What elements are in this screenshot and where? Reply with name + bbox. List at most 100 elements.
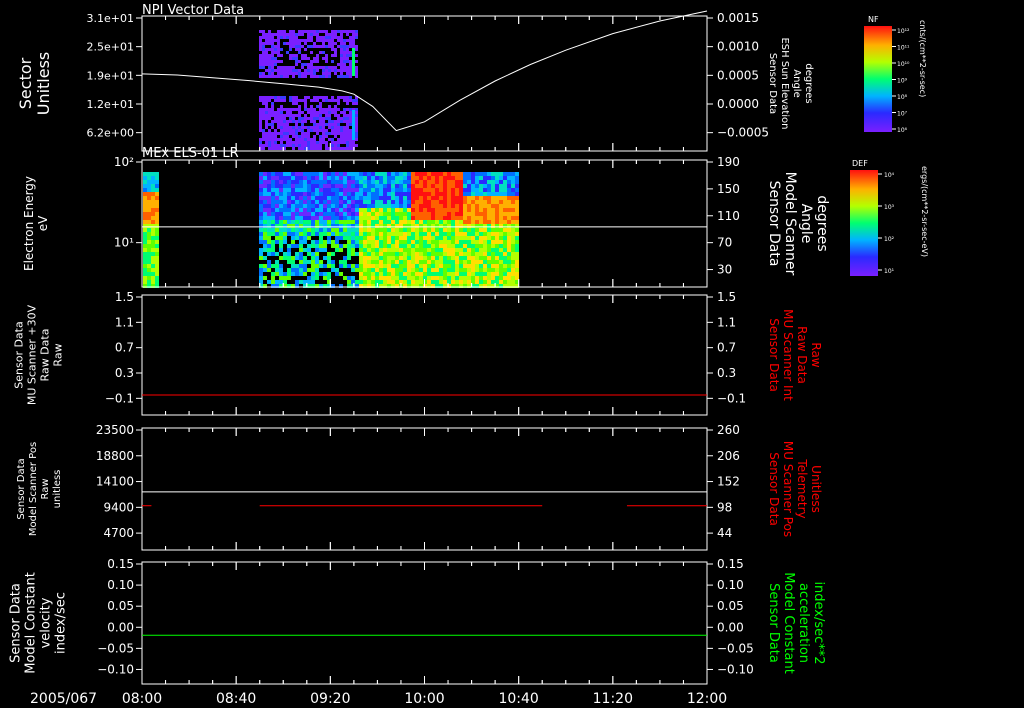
spectrogram-cell <box>459 248 463 252</box>
spectrogram-cell <box>363 228 367 232</box>
spectrogram-cell <box>511 256 515 260</box>
spectrogram-cell <box>463 200 467 204</box>
spectrogram-cell <box>343 129 346 132</box>
spectrogram-cell <box>423 172 427 176</box>
spectrogram-cell <box>435 252 439 256</box>
spectrogram-cell <box>274 36 277 39</box>
spectrogram-cell <box>459 172 463 176</box>
spectrogram-cell <box>283 196 287 200</box>
spectrogram-cell <box>346 33 349 36</box>
tick-label: 190 <box>717 155 740 169</box>
spectrogram-cell <box>283 57 286 60</box>
spectrogram-cell <box>447 188 451 192</box>
spectrogram-cell <box>147 264 151 268</box>
spectrogram-cell <box>295 256 299 260</box>
axis-label-line: Raw Data <box>39 329 52 382</box>
spectrogram-cell <box>268 129 271 132</box>
spectrogram-cell <box>267 212 271 216</box>
spectrogram-cell <box>259 216 263 220</box>
spectrogram-cell <box>143 252 147 256</box>
spectrogram-cell <box>395 240 399 244</box>
spectrogram-cell <box>346 66 349 69</box>
spectrogram-cell <box>435 216 439 220</box>
spectrogram-cell <box>328 30 331 33</box>
spectrogram-cell <box>310 102 313 105</box>
spectrogram-cell <box>371 276 375 280</box>
spectrogram-cell <box>479 252 483 256</box>
spectrogram-cell <box>349 120 352 123</box>
spectrogram-cell <box>316 105 319 108</box>
spectrogram-cell <box>419 232 423 236</box>
spectrogram-cell <box>143 216 147 220</box>
spectrogram-cell <box>499 172 503 176</box>
spectrogram-cell <box>315 252 319 256</box>
spectrogram-cell <box>292 108 295 111</box>
spectrogram-cell <box>327 232 331 236</box>
spectrogram-cell <box>289 138 292 141</box>
spectrogram-cell <box>435 232 439 236</box>
spectrogram-cell <box>307 102 310 105</box>
spectrogram-cell <box>491 200 495 204</box>
spectrogram-cell <box>399 228 403 232</box>
spectrogram-cell <box>411 224 415 228</box>
spectrogram-cell <box>323 192 327 196</box>
spectrogram-cell <box>387 216 391 220</box>
spectrogram-cell <box>355 144 358 147</box>
spectrogram-cell <box>343 147 346 150</box>
spectrogram-cell <box>325 126 328 129</box>
spectrogram-cell <box>271 180 275 184</box>
spectrogram-cell <box>495 252 499 256</box>
spectrogram-cell <box>295 111 298 114</box>
spectrogram-cell <box>311 276 315 280</box>
x-axis-tick-labels: 08:00 08:40 09:20 10:00 10:40 11:20 12:00 <box>122 691 727 707</box>
spectrogram-cell <box>463 176 467 180</box>
spectrogram-cell <box>475 216 479 220</box>
spectrogram-cell <box>310 141 313 144</box>
spectrogram-cell <box>395 216 399 220</box>
spectrogram-cell <box>322 99 325 102</box>
spectrogram-cell <box>147 240 151 244</box>
spectrogram-cell <box>475 180 479 184</box>
spectrogram-cell <box>280 147 283 150</box>
spectrogram-cell <box>511 216 515 220</box>
spectrogram-cell <box>340 126 343 129</box>
tick-label: 23500 <box>96 423 134 437</box>
spectrogram-cell <box>371 280 375 284</box>
panel4-frame <box>141 427 708 551</box>
spectrogram-cell <box>295 232 299 236</box>
spectrogram-cell <box>262 96 265 99</box>
spectrogram-cell <box>262 45 265 48</box>
spectrogram-cell <box>299 228 303 232</box>
spectrogram-cell <box>346 141 349 144</box>
spectrogram-cell <box>283 72 286 75</box>
spectrogram-cell <box>289 132 292 135</box>
spectrogram-cell <box>431 240 435 244</box>
spectrogram-cell <box>328 42 331 45</box>
spectrogram-cell <box>483 180 487 184</box>
spectrogram-cell <box>343 276 347 280</box>
spectrogram-cell <box>483 204 487 208</box>
spectrogram-cell <box>346 60 349 63</box>
spectrogram-cell <box>403 172 407 176</box>
spectrogram-cell <box>431 188 435 192</box>
spectrogram-cell <box>439 188 443 192</box>
spectrogram-cell <box>479 256 483 260</box>
spectrogram-cell <box>275 212 279 216</box>
spectrogram-cell <box>275 216 279 220</box>
panel5-frame <box>141 561 708 685</box>
spectrogram-cell <box>283 42 286 45</box>
spectrogram-cell <box>151 268 155 272</box>
spectrogram-cell <box>515 176 519 180</box>
spectrogram-cell <box>423 216 427 220</box>
spectrogram-cell <box>319 42 322 45</box>
spectrogram-cell <box>447 192 451 196</box>
spectrogram-cell <box>304 129 307 132</box>
spectrogram-cell <box>275 180 279 184</box>
spectrogram-cell <box>265 102 268 105</box>
spectrogram-cell <box>271 138 274 141</box>
spectrogram-cell <box>339 192 343 196</box>
spectrogram-cell <box>328 117 331 120</box>
spectrogram-cell <box>323 264 327 268</box>
spectrogram-cell <box>337 48 340 51</box>
spectrogram-cell <box>339 224 343 228</box>
